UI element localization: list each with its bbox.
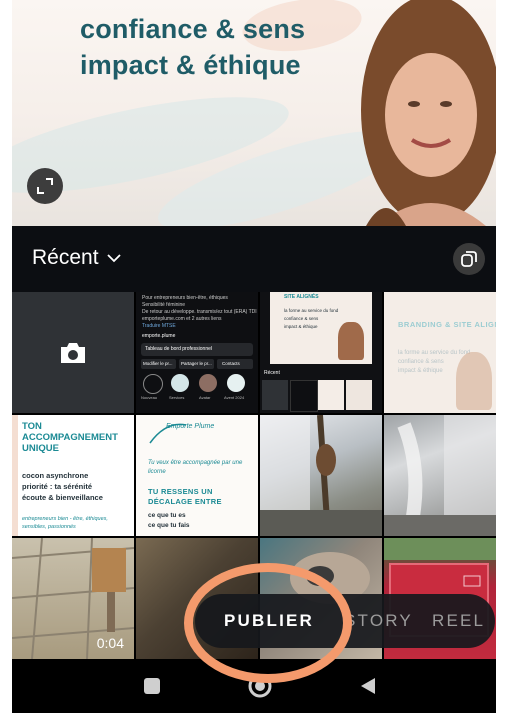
post-line: Tu veux être accompagnée par une licorne — [148, 460, 243, 475]
thumb-small — [290, 380, 318, 412]
back-button[interactable] — [358, 676, 378, 701]
post-line: priorité : ta sérénité — [22, 482, 93, 491]
highlight-circle — [227, 374, 245, 392]
grid-item-photo-curtain[interactable] — [384, 415, 496, 536]
gallery-toolbar: Récent — [12, 226, 496, 292]
grid-item-photo-guitar[interactable] — [260, 415, 382, 536]
back-triangle-icon — [361, 678, 375, 694]
profile-button-label: Partager le pr... — [181, 361, 212, 366]
preview-text-line-1: confiance & sens — [80, 14, 306, 44]
post-thumb-line: impact & éthique — [284, 324, 318, 329]
post-line: confiance & sens — [398, 359, 444, 365]
highlight-label: Services — [169, 395, 185, 400]
bio-line: Pour entrepreneurs bien-être, éthiques — [142, 295, 228, 301]
portrait-photo — [361, 0, 496, 226]
post-title: BRANDING & SITE ALIGNÉS — [398, 320, 496, 329]
camera-icon — [61, 342, 85, 363]
thumb-small — [318, 380, 344, 410]
dashboard-button-label: Tableau de bord professionnel — [145, 346, 212, 352]
post-thumb-line: la forme au service du fond — [284, 308, 339, 313]
multi-select-button[interactable] — [453, 243, 485, 275]
grid-item-branding-post[interactable]: BRANDING & SITE ALIGNÉS la forme au serv… — [384, 292, 496, 413]
accent-bar — [12, 415, 18, 536]
photo-content — [260, 415, 382, 536]
chevron-down-icon — [106, 254, 121, 263]
video-duration: 0:04 — [96, 635, 124, 651]
post-title: TON ACCOMPAGNEMENT UNIQUE — [22, 421, 118, 454]
profile-handle: emporte.plume — [142, 333, 176, 339]
bio-line: De retour au développe. transmis/ez tout… — [142, 309, 257, 315]
profile-button-label: Modifier le pr... — [143, 361, 173, 366]
album-label: Récent — [32, 246, 99, 269]
selected-media-preview: confiance & sens impact & éthique — [12, 0, 496, 226]
post-thumb-line: confiance & sens — [284, 316, 319, 321]
grid-item-video-floor[interactable]: 0:04 — [12, 538, 134, 659]
post-line: ce que tu es — [148, 512, 186, 519]
highlight-label: Nouveau — [141, 395, 158, 400]
mode-publish-tab[interactable]: PUBLIER — [224, 611, 314, 631]
highlight-circle — [143, 374, 163, 394]
expand-button[interactable] — [27, 168, 63, 204]
home-circle-icon — [248, 674, 272, 698]
post-line: la forme au service du fond — [398, 350, 471, 356]
recent-label-small: Récent — [264, 370, 280, 376]
post-footer: entrepreneurs bien - être, éthiques, sen… — [22, 516, 108, 530]
portrait-faded — [456, 352, 492, 410]
profile-button-label: Contacts — [222, 361, 240, 366]
album-selector[interactable]: Récent — [32, 246, 121, 270]
recents-square-icon — [144, 678, 160, 694]
grid-item-emporte-post[interactable]: Emporte Plume Tu veux être accompagnée p… — [136, 415, 258, 536]
post-mode-selector: PUBLIER STORY REEL — [195, 594, 495, 648]
highlight-circle — [199, 374, 217, 392]
expand-icon — [37, 178, 53, 194]
post-thumb-title: SITE ALIGNÉS — [284, 294, 319, 300]
camera-tile[interactable] — [12, 292, 134, 413]
bio-line: Sensibilité féminine — [142, 302, 186, 308]
highlight-label: Avatar — [199, 395, 211, 400]
post-line: impact & éthique — [398, 368, 443, 374]
grid-item-profile-screenshot[interactable]: Pour entrepreneurs bien-être, éthiques S… — [136, 292, 258, 413]
bio-line: Traduire MTSE — [142, 323, 176, 329]
preview-text-line-2: impact & éthique — [80, 50, 301, 80]
mode-story-tab[interactable]: STORY — [344, 611, 413, 631]
post-line: écoute & bienveillance — [22, 493, 103, 502]
home-button[interactable] — [247, 673, 273, 704]
portrait-thumb — [338, 322, 364, 360]
highlight-label: Avent 2024 — [224, 395, 245, 400]
multi-select-icon — [461, 251, 477, 267]
grid-item-post-screenshot[interactable]: SITE ALIGNÉS la forme au service du fond… — [260, 292, 382, 413]
logo-text: Emporte Plume — [166, 423, 215, 430]
post-line: cocon asynchrone — [22, 471, 89, 480]
android-nav-bar — [12, 660, 496, 713]
instagram-new-post-screen: confiance & sens impact & éthique Récent — [12, 0, 496, 713]
highlight-circle — [171, 374, 189, 392]
post-line: ce que tu fais — [148, 522, 190, 529]
grid-item-accompagnement-post[interactable]: TON ACCOMPAGNEMENT UNIQUE cocon asynchro… — [12, 415, 134, 536]
photo-content — [384, 415, 496, 536]
recents-button[interactable] — [142, 676, 162, 701]
post-title: TU RESSENS UN DÉCALAGE ENTRE — [148, 487, 222, 506]
mode-reel-tab[interactable]: REEL — [432, 611, 485, 631]
camera-tile-small — [262, 380, 288, 410]
thumb-small — [346, 380, 372, 410]
bio-line: emporteplume.com et 2 autres liens — [142, 316, 222, 322]
